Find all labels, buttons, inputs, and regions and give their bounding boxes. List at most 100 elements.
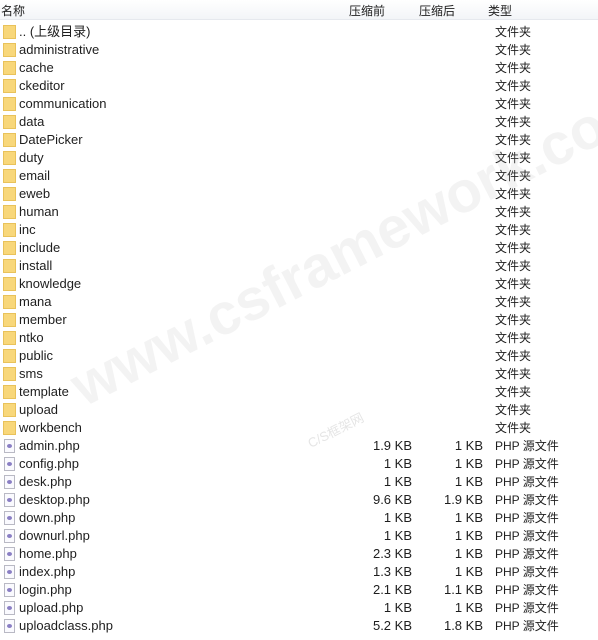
size-after: 1 KB (454, 438, 483, 453)
file-row[interactable]: upload.php 1 KB 1 KB PHP 源文件 (0, 599, 598, 617)
file-row[interactable]: admin.php 1.9 KB 1 KB PHP 源文件 (0, 437, 598, 455)
size-before: 2.1 KB (372, 582, 412, 597)
folder-icon (3, 277, 16, 291)
file-row[interactable]: sms 文件夹 (0, 365, 598, 383)
size-before: 1 KB (383, 474, 412, 489)
file-row[interactable]: down.php 1 KB 1 KB PHP 源文件 (0, 509, 598, 527)
file-name: desk.php (19, 474, 72, 489)
file-type: PHP 源文件 (495, 601, 559, 615)
file-name: public (19, 348, 53, 363)
php-file-icon (4, 619, 15, 633)
file-name: downurl.php (19, 528, 90, 543)
file-row[interactable]: mana 文件夹 (0, 293, 598, 311)
file-name: include (19, 240, 61, 255)
file-name: home.php (19, 546, 77, 561)
file-row[interactable]: public 文件夹 (0, 347, 598, 365)
file-type: 文件夹 (495, 295, 532, 309)
file-row[interactable]: member 文件夹 (0, 311, 598, 329)
file-row[interactable]: config.php 1 KB 1 KB PHP 源文件 (0, 455, 598, 473)
file-type: 文件夹 (495, 331, 532, 345)
file-row[interactable]: knowledge 文件夹 (0, 275, 598, 293)
file-list: .. (上级目录) 文件夹 administrative 文件夹 cache 文件夹 cke… (0, 23, 598, 635)
folder-icon (3, 367, 16, 381)
folder-icon (3, 259, 16, 273)
file-type: 文件夹 (495, 367, 532, 381)
file-row[interactable]: upload 文件夹 (0, 401, 598, 419)
file-row[interactable]: communication 文件夹 (0, 95, 598, 113)
file-type: PHP 源文件 (495, 529, 559, 543)
file-name: DatePicker (19, 132, 83, 147)
php-file-icon (4, 511, 15, 525)
folder-icon (3, 331, 16, 345)
file-row[interactable]: duty 文件夹 (0, 149, 598, 167)
file-type: 文件夹 (495, 61, 532, 75)
size-after: 1 KB (454, 456, 483, 471)
php-file-icon (4, 457, 15, 471)
file-row[interactable]: login.php 2.1 KB 1.1 KB PHP 源文件 (0, 581, 598, 599)
file-row[interactable]: index.php 1.3 KB 1 KB PHP 源文件 (0, 563, 598, 581)
folder-icon (3, 151, 16, 165)
file-row[interactable]: eweb 文件夹 (0, 185, 598, 203)
size-after: 1 KB (454, 474, 483, 489)
size-before: 9.6 KB (372, 492, 412, 507)
file-type: 文件夹 (495, 151, 532, 165)
column-header: 名称 压缩前 压缩后 类型 (0, 0, 598, 20)
column-type[interactable]: 类型 (488, 2, 512, 19)
file-type: 文件夹 (495, 241, 532, 255)
file-row[interactable]: template 文件夹 (0, 383, 598, 401)
file-type: 文件夹 (495, 403, 532, 417)
file-row[interactable]: cache 文件夹 (0, 59, 598, 77)
size-after: 1.9 KB (443, 492, 483, 507)
file-row[interactable]: administrative 文件夹 (0, 41, 598, 59)
file-row[interactable]: DatePicker 文件夹 (0, 131, 598, 149)
file-row[interactable]: .. (上级目录) 文件夹 (0, 23, 598, 41)
file-row[interactable]: data 文件夹 (0, 113, 598, 131)
file-name: .. (上级目录) (19, 24, 91, 39)
file-name: desktop.php (19, 492, 90, 507)
php-file-icon (4, 583, 15, 597)
file-row[interactable]: downurl.php 1 KB 1 KB PHP 源文件 (0, 527, 598, 545)
file-type: 文件夹 (495, 223, 532, 237)
folder-icon (3, 169, 16, 183)
file-row[interactable]: desktop.php 9.6 KB 1.9 KB PHP 源文件 (0, 491, 598, 509)
size-before: 1 KB (383, 456, 412, 471)
file-row[interactable]: email 文件夹 (0, 167, 598, 185)
folder-icon (3, 349, 16, 363)
file-name: sms (19, 366, 43, 381)
column-after[interactable]: 压缩后 (419, 2, 455, 19)
file-type: 文件夹 (495, 133, 532, 147)
file-type: PHP 源文件 (495, 619, 559, 633)
file-type: 文件夹 (495, 385, 532, 399)
file-type: 文件夹 (495, 43, 532, 57)
file-name: knowledge (19, 276, 82, 291)
file-row[interactable]: human 文件夹 (0, 203, 598, 221)
file-row[interactable]: include 文件夹 (0, 239, 598, 257)
file-name: cache (19, 60, 54, 75)
file-name: login.php (19, 582, 72, 597)
size-before: 5.2 KB (372, 618, 412, 633)
file-row[interactable]: install 文件夹 (0, 257, 598, 275)
size-after: 1 KB (454, 510, 483, 525)
file-type: PHP 源文件 (495, 493, 559, 507)
folder-icon (3, 241, 16, 255)
php-file-icon (4, 475, 15, 489)
php-file-icon (4, 601, 15, 615)
column-before[interactable]: 压缩前 (349, 2, 385, 19)
folder-icon (3, 223, 16, 237)
file-row[interactable]: home.php 2.3 KB 1 KB PHP 源文件 (0, 545, 598, 563)
column-name[interactable]: 名称 (1, 2, 25, 19)
file-name: admin.php (19, 438, 80, 453)
file-row[interactable]: ckeditor 文件夹 (0, 77, 598, 95)
file-name: communication (19, 96, 107, 111)
file-row[interactable]: ntko 文件夹 (0, 329, 598, 347)
file-name: inc (19, 222, 36, 237)
file-name: install (19, 258, 53, 273)
file-row[interactable]: uploadclass.php 5.2 KB 1.8 KB PHP 源文件 (0, 617, 598, 635)
file-row[interactable]: inc 文件夹 (0, 221, 598, 239)
size-before: 2.3 KB (372, 546, 412, 561)
file-row[interactable]: desk.php 1 KB 1 KB PHP 源文件 (0, 473, 598, 491)
php-file-icon (4, 439, 15, 453)
file-name: workbench (19, 420, 82, 435)
file-type: PHP 源文件 (495, 475, 559, 489)
file-row[interactable]: workbench 文件夹 (0, 419, 598, 437)
